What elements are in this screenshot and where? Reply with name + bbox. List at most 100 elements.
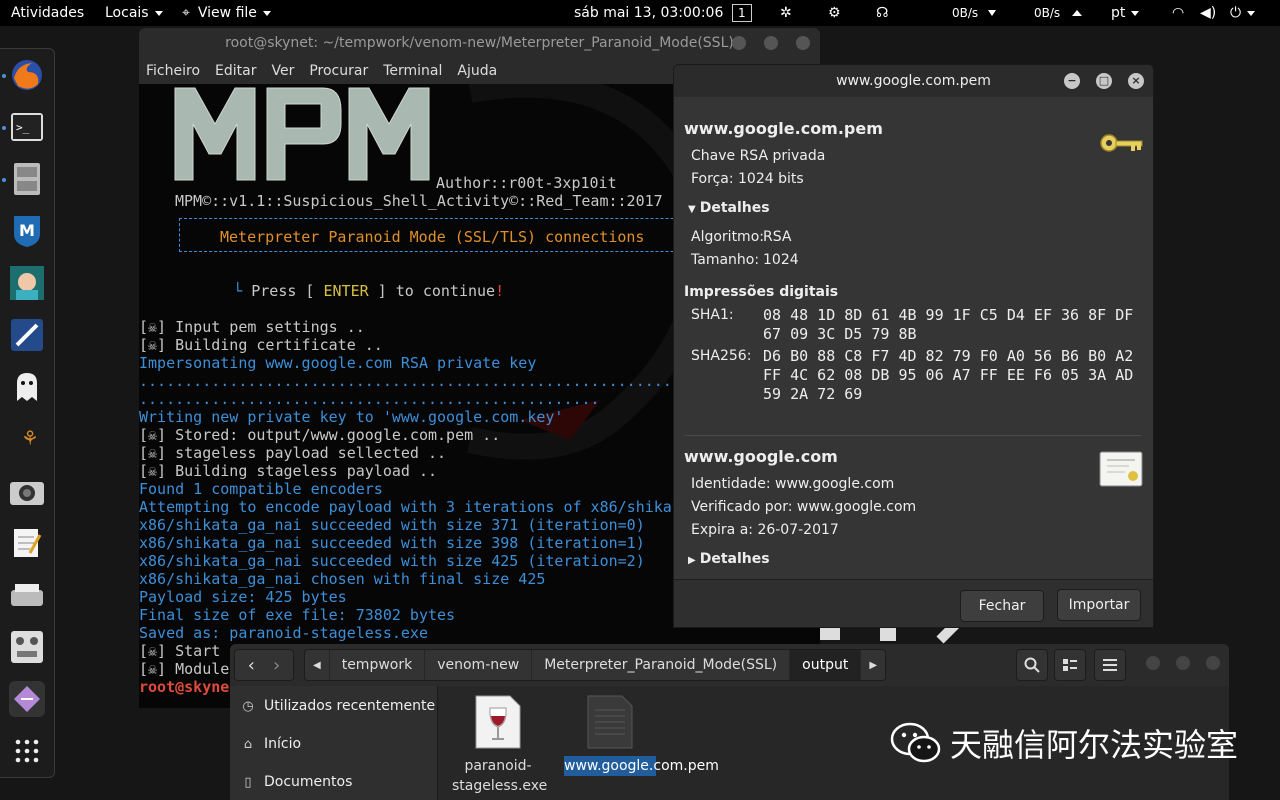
chevron-down-icon	[154, 10, 163, 16]
file-item[interactable]: paranoid-stageless.exe	[452, 694, 548, 796]
home-icon: ⌂	[243, 736, 253, 752]
ghost-icon[interactable]	[9, 369, 45, 405]
path-crumb-venom-new[interactable]: venom-new	[425, 650, 533, 680]
power-icon[interactable]: ⏻	[1230, 0, 1256, 26]
burpsuite-icon[interactable]	[9, 317, 45, 353]
beef-icon[interactable]: ⚘	[9, 421, 45, 457]
menu-editar[interactable]: Editar	[215, 63, 256, 79]
cert-expires: Expira a: 26-07-2017	[691, 522, 839, 538]
extension-icon[interactable]: ✲	[780, 0, 792, 26]
import-button[interactable]: Importar	[1057, 589, 1141, 621]
wifi-icon[interactable]: ◠	[1172, 0, 1184, 26]
certificate-name: www.google.com	[684, 447, 838, 466]
certificate-dialog[interactable]: www.google.com.pem − □ × www.google.com.…	[673, 64, 1154, 628]
metasploit-icon[interactable]: M	[9, 213, 45, 249]
text-editor-icon[interactable]	[9, 525, 45, 561]
minimize-icon[interactable]: −	[1064, 73, 1080, 89]
workspace-indicator[interactable]: 1	[732, 0, 752, 26]
language-menu[interactable]: pt	[1111, 0, 1140, 26]
menu-ajuda[interactable]: Ajuda	[457, 63, 497, 79]
sha1-label: SHA1:	[691, 307, 734, 323]
view-file-menu[interactable]: ⌖ View file	[182, 0, 271, 26]
minimize-icon[interactable]	[732, 36, 746, 50]
author-line: Author::r00t-3xp10it	[436, 174, 617, 192]
watermark-text: 天融信阿尔法实验室	[950, 726, 1239, 764]
details-expander-collapsed[interactable]: ▶ Detalhes	[688, 551, 770, 567]
terminal-line: [☠] Start	[139, 642, 221, 660]
volume-icon[interactable]: ◀)	[1200, 0, 1216, 26]
armitage-icon[interactable]	[9, 265, 45, 301]
sidebar-item-home[interactable]: ⌂ Início	[240, 732, 301, 756]
firefox-icon[interactable]	[9, 57, 45, 93]
dialog-title: www.google.com.pem	[836, 73, 991, 89]
show-apps-icon[interactable]	[9, 733, 45, 769]
menu-ficheiro[interactable]: Ficheiro	[146, 63, 200, 79]
file-cabinet-icon[interactable]	[9, 161, 45, 197]
terminal-icon[interactable]: >_	[9, 109, 45, 145]
camera-icon[interactable]	[9, 473, 45, 509]
file-name: www.google.com.pem	[564, 756, 719, 776]
terminal-line: x86/shikata_ga_nai chosen with final siz…	[139, 570, 546, 588]
menu-terminal[interactable]: Terminal	[383, 63, 442, 79]
menu-ver[interactable]: Ver	[271, 63, 294, 79]
path-crumb-tempwork[interactable]: tempwork	[330, 650, 426, 680]
chevron-up-icon[interactable]	[1072, 0, 1082, 26]
sha1-value: 08 48 1D 8D 61 4B 99 1F C5 D4 EF 36 8F D…	[763, 306, 1134, 343]
size-value: 1024	[763, 252, 799, 268]
terminal-line: Saved as: paranoid-stageless.exe	[139, 624, 428, 642]
file-item-selected[interactable]: www.google.com.pem	[564, 694, 719, 776]
sidebar-item-recent[interactable]: ◷ Utilizados recentemente	[240, 694, 435, 718]
terminal-line: Writing new private key to 'www.google.c…	[139, 408, 564, 426]
terminal-line: [☠] Building stageless payload ..	[139, 462, 438, 480]
menu-procurar[interactable]: Procurar	[309, 63, 368, 79]
menu-icon[interactable]	[1094, 649, 1126, 681]
sha256-label: SHA256:	[691, 348, 752, 364]
mixer-icon[interactable]	[9, 629, 45, 665]
terminal-line: [☠] stageless payload sellected ..	[139, 444, 447, 462]
wine-exe-icon	[475, 695, 521, 749]
forward-icon[interactable]: ›	[273, 655, 280, 676]
terminal-line: ........................................…	[139, 372, 672, 390]
search-icon[interactable]	[1016, 649, 1048, 681]
path-scroll-right-icon[interactable]: ▶	[861, 650, 885, 680]
accessibility-icon[interactable]: ☊	[876, 0, 888, 26]
maximize-icon[interactable]: □	[1096, 73, 1112, 89]
view-mode-icon[interactable]	[1054, 649, 1086, 681]
activities-button[interactable]: Atividades	[11, 0, 84, 26]
scanner-icon[interactable]	[9, 577, 45, 613]
back-icon[interactable]: ‹	[248, 655, 255, 676]
dialog-titlebar[interactable]: www.google.com.pem − □ ×	[674, 65, 1153, 97]
places-menu[interactable]: Locais	[105, 0, 163, 26]
certificate-viewer-icon[interactable]	[9, 681, 45, 717]
wechat-icon	[890, 722, 941, 763]
file-name: paranoid-stageless.exe	[452, 758, 548, 794]
close-icon[interactable]	[796, 36, 810, 50]
minimize-icon[interactable]	[1146, 656, 1160, 670]
close-icon[interactable]	[1206, 656, 1220, 670]
clock[interactable]: sáb mai 13, 03:00:06	[574, 0, 723, 26]
cert-verified-by: Verificado por: www.google.com	[691, 499, 917, 515]
chevron-down-icon[interactable]	[988, 0, 996, 26]
path-bar: ◀ tempwork venom-new Meterpreter_Paranoi…	[304, 649, 887, 681]
document-icon: ▯	[244, 774, 252, 790]
triangle-right-icon: ▶	[688, 555, 696, 566]
dock: >_ M ⚘	[0, 48, 55, 778]
path-crumb-output[interactable]: output	[790, 650, 862, 680]
close-button[interactable]: Fechar	[960, 590, 1044, 622]
algorithm-value: RSA	[763, 229, 792, 245]
maximize-icon[interactable]	[1176, 656, 1190, 670]
close-icon[interactable]: ×	[1128, 73, 1144, 89]
maximize-icon[interactable]	[764, 36, 778, 50]
running-indicator	[2, 178, 6, 182]
version-line: MPM©::v1.1::Suspicious_Shell_Activity©::…	[175, 192, 663, 210]
path-scroll-left-icon[interactable]: ◀	[305, 650, 330, 680]
terminal-titlebar[interactable]: root@skynet: ~/tempwork/venom-new/Meterp…	[139, 28, 820, 58]
file-manager-headerbar: ‹ › ◀ tempwork venom-new Meterpreter_Par…	[230, 644, 1229, 686]
sidebar-item-documents[interactable]: ▯ Documentos	[240, 770, 352, 794]
details-expander[interactable]: ▼ Detalhes	[688, 200, 770, 216]
certificate-icon	[1099, 451, 1143, 487]
settings-icon[interactable]: ⚙	[828, 0, 841, 26]
terminal-line: Attempting to encode payload with 3 iter…	[139, 498, 754, 516]
svg-text:M: M	[19, 221, 35, 240]
path-crumb-meterpreter[interactable]: Meterpreter_Paranoid_Mode(SSL)	[532, 650, 791, 680]
